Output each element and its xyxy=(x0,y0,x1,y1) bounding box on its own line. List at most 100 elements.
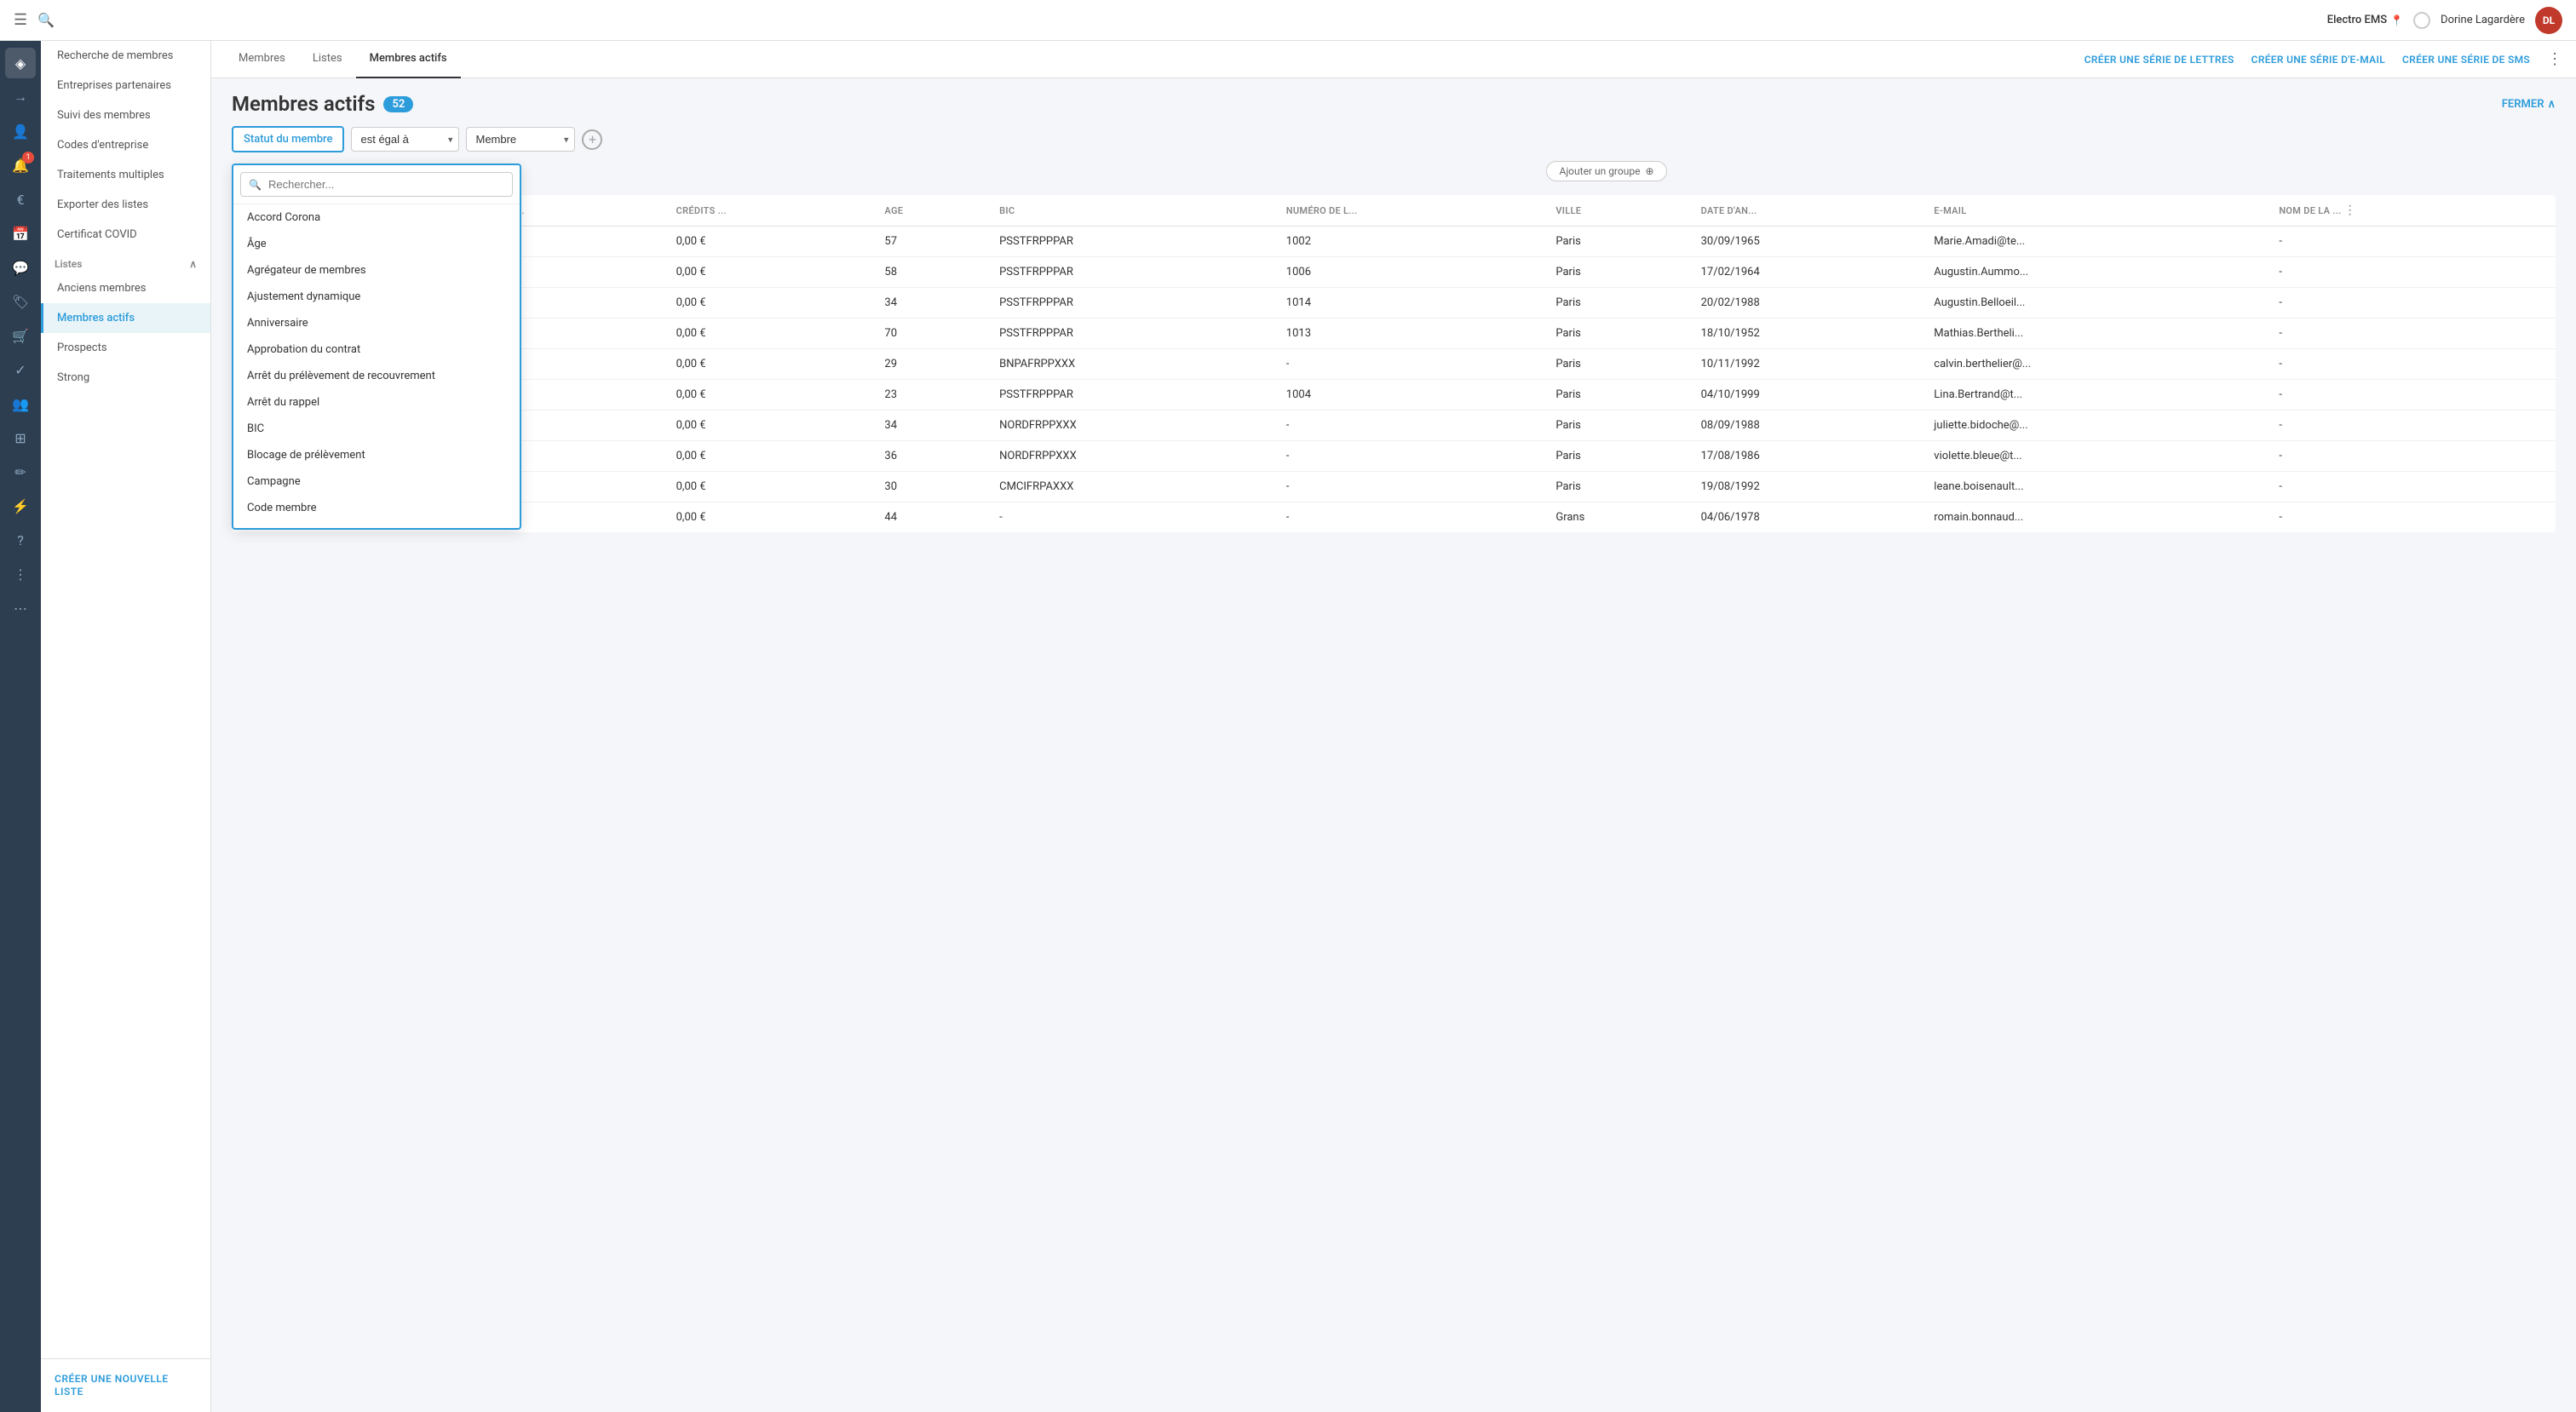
table-row[interactable]: Membre 435,00 € 0,00 € 36 NORDFRPPXXX - … xyxy=(232,441,2556,472)
tab-membres-actifs[interactable]: Membres actifs xyxy=(356,41,461,78)
create-list-button[interactable]: CRÉER UNE NOUVELLE LISTE xyxy=(55,1373,169,1398)
sidebar-item-certificat[interactable]: Certificat COVID xyxy=(41,220,210,250)
dropdown-item-agregateur[interactable]: Agrégateur de membres xyxy=(233,257,520,284)
create-letters-button[interactable]: CRÉER UNE SÉRIE DE LETTRES xyxy=(2084,54,2234,66)
add-group-button[interactable]: Ajouter un groupe ⊕ xyxy=(1546,161,1666,181)
sidebar-item-prospects[interactable]: Prospects xyxy=(41,333,210,363)
dropdown-item-bic[interactable]: BIC xyxy=(233,416,520,442)
arrow-right-icon[interactable]: → xyxy=(5,82,36,112)
table-header-row: STATUT DU... SOLDE D... CRÉDITS ... AGE … xyxy=(232,195,2556,227)
create-email-button[interactable]: CRÉER UNE SÉRIE D'E-MAIL xyxy=(2251,54,2385,66)
dropdown-item-arret-rappel[interactable]: Arrêt du rappel xyxy=(233,389,520,416)
cell-date: 10/11/1992 xyxy=(1691,349,1924,380)
cell-age: 34 xyxy=(874,410,989,441)
topbar: ☰ 🔍 Electro EMS 📍 Dorine Lagardère DL xyxy=(0,0,2576,41)
more-actions-icon[interactable]: ⋮ xyxy=(2547,50,2562,68)
tab-membres[interactable]: Membres xyxy=(225,41,299,78)
tab-listes[interactable]: Listes xyxy=(299,41,356,78)
cell-credits: 0,00 € xyxy=(666,227,875,257)
sidebar-item-suivi[interactable]: Suivi des membres xyxy=(41,100,210,130)
dropdown-item-arret-prelevement[interactable]: Arrêt du prélèvement de recouvrement xyxy=(233,363,520,389)
sidebar-item-strong[interactable]: Strong xyxy=(41,363,210,393)
cell-email: Augustin.Belloeil... xyxy=(1923,288,2268,319)
grid-icon[interactable]: ⊞ xyxy=(5,422,36,453)
col-credits[interactable]: CRÉDITS ... xyxy=(666,195,875,227)
sidebar-item-recherche[interactable]: Recherche de membres xyxy=(41,41,210,71)
status-circle[interactable] xyxy=(2413,12,2430,29)
table-row[interactable]: Membre 435,00 € 0,00 € 70 PSSTFRPPPAR 10… xyxy=(232,319,2556,349)
dropdown-search-input[interactable] xyxy=(240,172,513,197)
dropdown-item-approbation[interactable]: Approbation du contrat xyxy=(233,336,520,363)
fermer-button[interactable]: FERMER ∧ xyxy=(2502,98,2556,111)
col-date[interactable]: DATE D'AN... xyxy=(1691,195,1924,227)
sidebar-icons: ◈ → 👤 🔔 1 € 📅 💬 🏷 🛒 ✓ 👥 ⊞ ✏ ⚡ ? ⋮ ⋯ xyxy=(0,41,41,1412)
add-filter-button[interactable]: + xyxy=(582,129,602,150)
edit-icon[interactable]: ✏ xyxy=(5,456,36,487)
dropdown-item-campagne[interactable]: Campagne xyxy=(233,468,520,495)
col-numero[interactable]: NUMÉRO DE L... xyxy=(1276,195,1546,227)
cell-ville: Paris xyxy=(1545,288,1690,319)
hamburger-icon[interactable]: ☰ xyxy=(14,11,27,29)
layers-icon[interactable]: ⋮ xyxy=(5,559,36,589)
filter-icon[interactable]: ⚡ xyxy=(5,491,36,521)
cell-nom: - xyxy=(2268,257,2556,288)
more-columns-icon[interactable]: ⋮ xyxy=(2344,204,2356,217)
home-icon[interactable]: ◈ xyxy=(5,48,36,78)
notification-icon[interactable]: 🔔 1 xyxy=(5,150,36,181)
content-area: Membres Listes Membres actifs CRÉER UNE … xyxy=(211,41,2576,1412)
table-row[interactable]: Membre 435,00 € 0,00 € 34 NORDFRPPXXX - … xyxy=(232,410,2556,441)
cell-numero: - xyxy=(1276,349,1546,380)
listes-section[interactable]: Listes ∧ xyxy=(41,250,210,273)
col-ville[interactable]: VILLE xyxy=(1545,195,1690,227)
operator-select[interactable]: est égal à n'est pas égal à contient xyxy=(351,127,459,152)
dropdown-item-age[interactable]: Âge xyxy=(233,231,520,257)
cell-credits: 0,00 € xyxy=(666,502,875,533)
dropdown-item-anniversaire[interactable]: Anniversaire xyxy=(233,310,520,336)
col-nom[interactable]: NOM DE LA ... ⋮ xyxy=(2268,195,2556,227)
cell-bic: NORDFRPPXXX xyxy=(989,441,1276,472)
table-row[interactable]: Membre 435,00 € 0,00 € 34 PSSTFRPPPAR 10… xyxy=(232,288,2556,319)
dropdown-item-accord-corona[interactable]: Accord Corona xyxy=(233,204,520,231)
table-row[interactable]: Membre 600,00 € 0,00 € 30 CMCIFRPAXXX - … xyxy=(232,472,2556,502)
sidebar-item-exporter[interactable]: Exporter des listes xyxy=(41,190,210,220)
question-icon[interactable]: ? xyxy=(5,525,36,555)
table-row[interactable]: Membre 591,94 € 0,00 € 29 BNPAFRPPXXX - … xyxy=(232,349,2556,380)
left-nav: Recherche de membres Entreprises partena… xyxy=(41,41,211,1412)
cart-icon[interactable]: 🛒 xyxy=(5,320,36,351)
tag-icon[interactable]: 🏷 xyxy=(5,286,36,317)
table-row[interactable]: Membre 800,00 € 0,00 € 44 - - Grans 04/0… xyxy=(232,502,2556,533)
calendar-icon[interactable]: 📅 xyxy=(5,218,36,249)
col-age[interactable]: AGE xyxy=(874,195,989,227)
chat-icon[interactable]: 💬 xyxy=(5,252,36,283)
search-icon-top[interactable]: 🔍 xyxy=(37,12,55,28)
filter-tag-statut[interactable]: Statut du membre xyxy=(232,126,344,152)
cell-ville: Paris xyxy=(1545,257,1690,288)
check-icon[interactable]: ✓ xyxy=(5,354,36,385)
person-icon[interactable]: 👤 xyxy=(5,116,36,146)
dropdown-item-ajustement[interactable]: Ajustement dynamique xyxy=(233,284,520,310)
sidebar-item-codes[interactable]: Codes d'entreprise xyxy=(41,130,210,160)
table-row[interactable]: Membre 900,00 € 0,00 € 57 PSSTFRPPPAR 10… xyxy=(232,227,2556,257)
table-row[interactable]: Membre 900,00 € 0,00 € 23 PSSTFRPPPAR 10… xyxy=(232,380,2556,410)
cell-bic: NORDFRPPXXX xyxy=(989,410,1276,441)
cell-age: 29 xyxy=(874,349,989,380)
cell-email: juliette.bidoche@... xyxy=(1923,410,2268,441)
dropdown-item-code-postal[interactable]: Code postal xyxy=(233,521,520,528)
cell-nom: - xyxy=(2268,410,2556,441)
sidebar-item-entreprises[interactable]: Entreprises partenaires xyxy=(41,71,210,100)
sidebar-item-traitements[interactable]: Traitements multiples xyxy=(41,160,210,190)
value-select[interactable]: Membre Prospect Ancien membre Suspendu xyxy=(466,127,575,152)
euro-icon[interactable]: € xyxy=(5,184,36,215)
notification-badge: 1 xyxy=(22,152,34,164)
dropdown-item-blocage[interactable]: Blocage de prélèvement xyxy=(233,442,520,468)
dropdown-item-code-membre[interactable]: Code membre xyxy=(233,495,520,521)
col-email[interactable]: E-MAIL xyxy=(1923,195,2268,227)
cell-credits: 0,00 € xyxy=(666,410,875,441)
sidebar-item-anciens[interactable]: Anciens membres xyxy=(41,273,210,303)
table-row[interactable]: Membre 900,00 € 0,00 € 58 PSSTFRPPPAR 10… xyxy=(232,257,2556,288)
users-icon[interactable]: 👥 xyxy=(5,388,36,419)
sidebar-item-membres-actifs[interactable]: Membres actifs xyxy=(41,303,210,333)
col-bic[interactable]: BIC xyxy=(989,195,1276,227)
create-sms-button[interactable]: CRÉER UNE SÉRIE DE SMS xyxy=(2402,54,2530,66)
more-dots-icon[interactable]: ⋯ xyxy=(5,593,36,623)
